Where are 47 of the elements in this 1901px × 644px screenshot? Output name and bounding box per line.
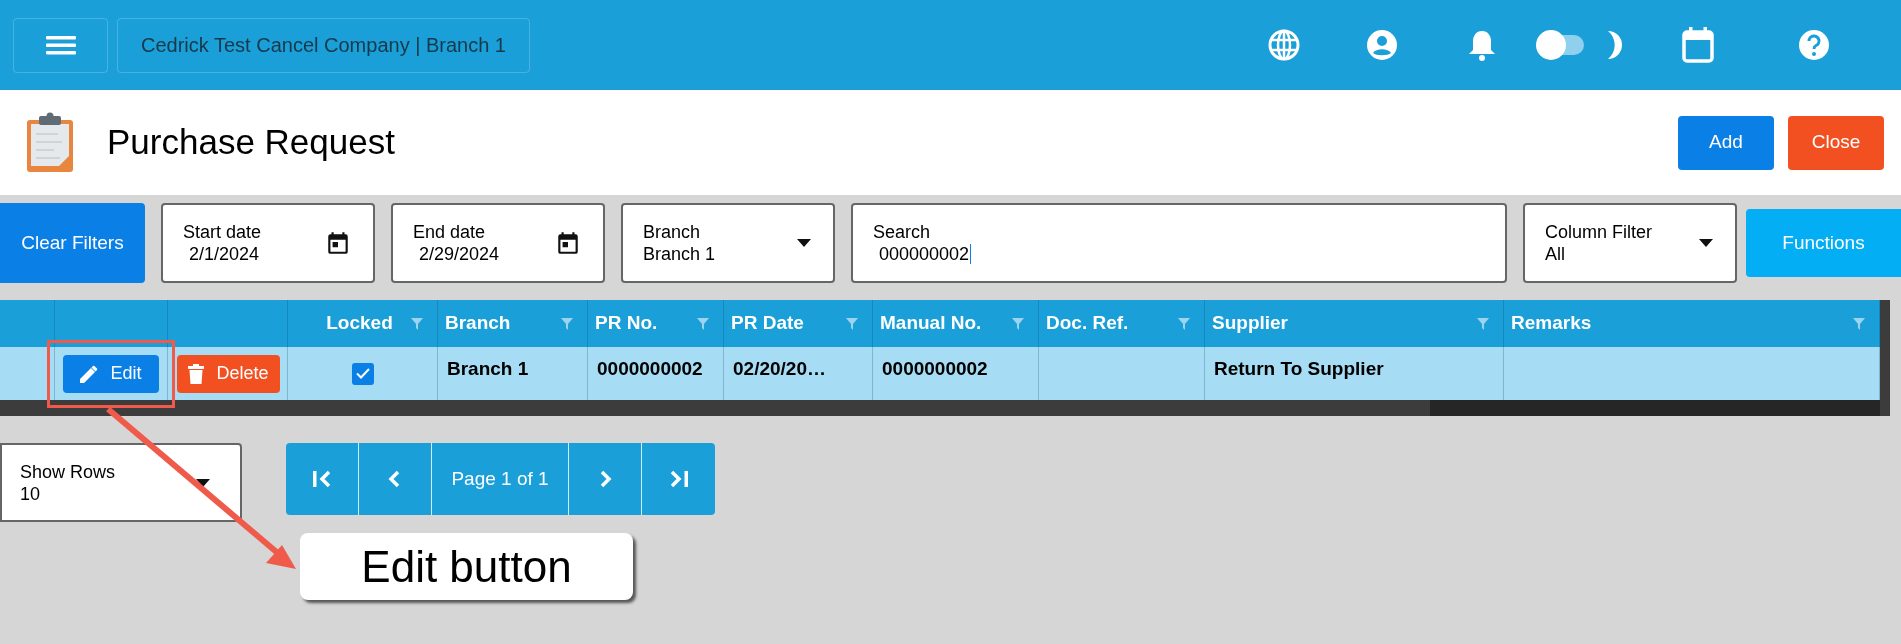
filter-icon[interactable] [1477,317,1489,330]
clipboard-icon [25,111,75,174]
help-icon[interactable] [1798,29,1830,61]
company-name: Cedrick Test Cancel Company | Branch 1 [117,17,530,73]
filter-icon[interactable] [697,317,709,330]
check-icon [355,368,370,379]
caret-icon [797,239,811,247]
filter-icon[interactable] [411,317,423,330]
filter-icon[interactable] [1853,317,1865,330]
show-rows-dropdown[interactable]: Show Rows 10 [0,443,242,522]
table-cell-text: 0000000002 [597,357,703,381]
close-button[interactable]: Close [1788,115,1884,170]
user-icon[interactable] [1366,29,1398,61]
clear-filters-button[interactable]: Clear Filters [0,203,145,283]
filter-icon[interactable] [1012,317,1024,330]
table-row[interactable]: Edit Delete Branch 1 0000000002 02/20/20… 0000000002 Return To Supplier [0,347,1880,400]
functions-button[interactable]: Functions [1746,209,1901,277]
globe-icon[interactable] [1268,29,1300,61]
bell-icon[interactable] [1468,28,1496,62]
caret-icon [196,478,210,487]
table-cell-text: 0000000002 [882,357,988,381]
calendar-icon[interactable] [325,230,351,256]
callout-label: Edit button [300,533,633,600]
menu-button[interactable] [13,17,108,73]
date-field[interactable]: Start date 2/1/2024 [161,203,375,283]
dropdown-field[interactable]: Column Filter All [1523,203,1737,283]
filter-icon[interactable] [846,317,858,330]
search-field[interactable]: Search 000000002 [851,203,1507,283]
add-button[interactable]: Add [1678,115,1774,170]
caret-icon [1699,239,1713,247]
calendar-icon[interactable] [555,230,581,256]
delete-button[interactable]: Delete [177,354,280,393]
table-cell-text: Return To Supplier [1214,357,1384,381]
menu-icon [45,34,76,56]
horizontal-scrollbar[interactable] [0,400,1430,416]
filter-icon[interactable] [561,317,573,330]
dropdown-field[interactable]: Branch Branch 1 [621,203,835,283]
edit-button[interactable]: Edit [63,354,159,393]
table-cell-text: Branch 1 [447,357,529,381]
locked-checkbox[interactable] [351,362,374,385]
page-title: Purchase Request [107,121,395,164]
page-indicator: Page 1 of 1 [432,443,569,515]
date-field[interactable]: End date 2/29/2024 [391,203,605,283]
filter-icon[interactable] [1178,317,1190,330]
table-cell-text: 02/20/20… [733,357,826,381]
trash-icon [188,363,205,384]
pencil-icon [80,364,99,383]
